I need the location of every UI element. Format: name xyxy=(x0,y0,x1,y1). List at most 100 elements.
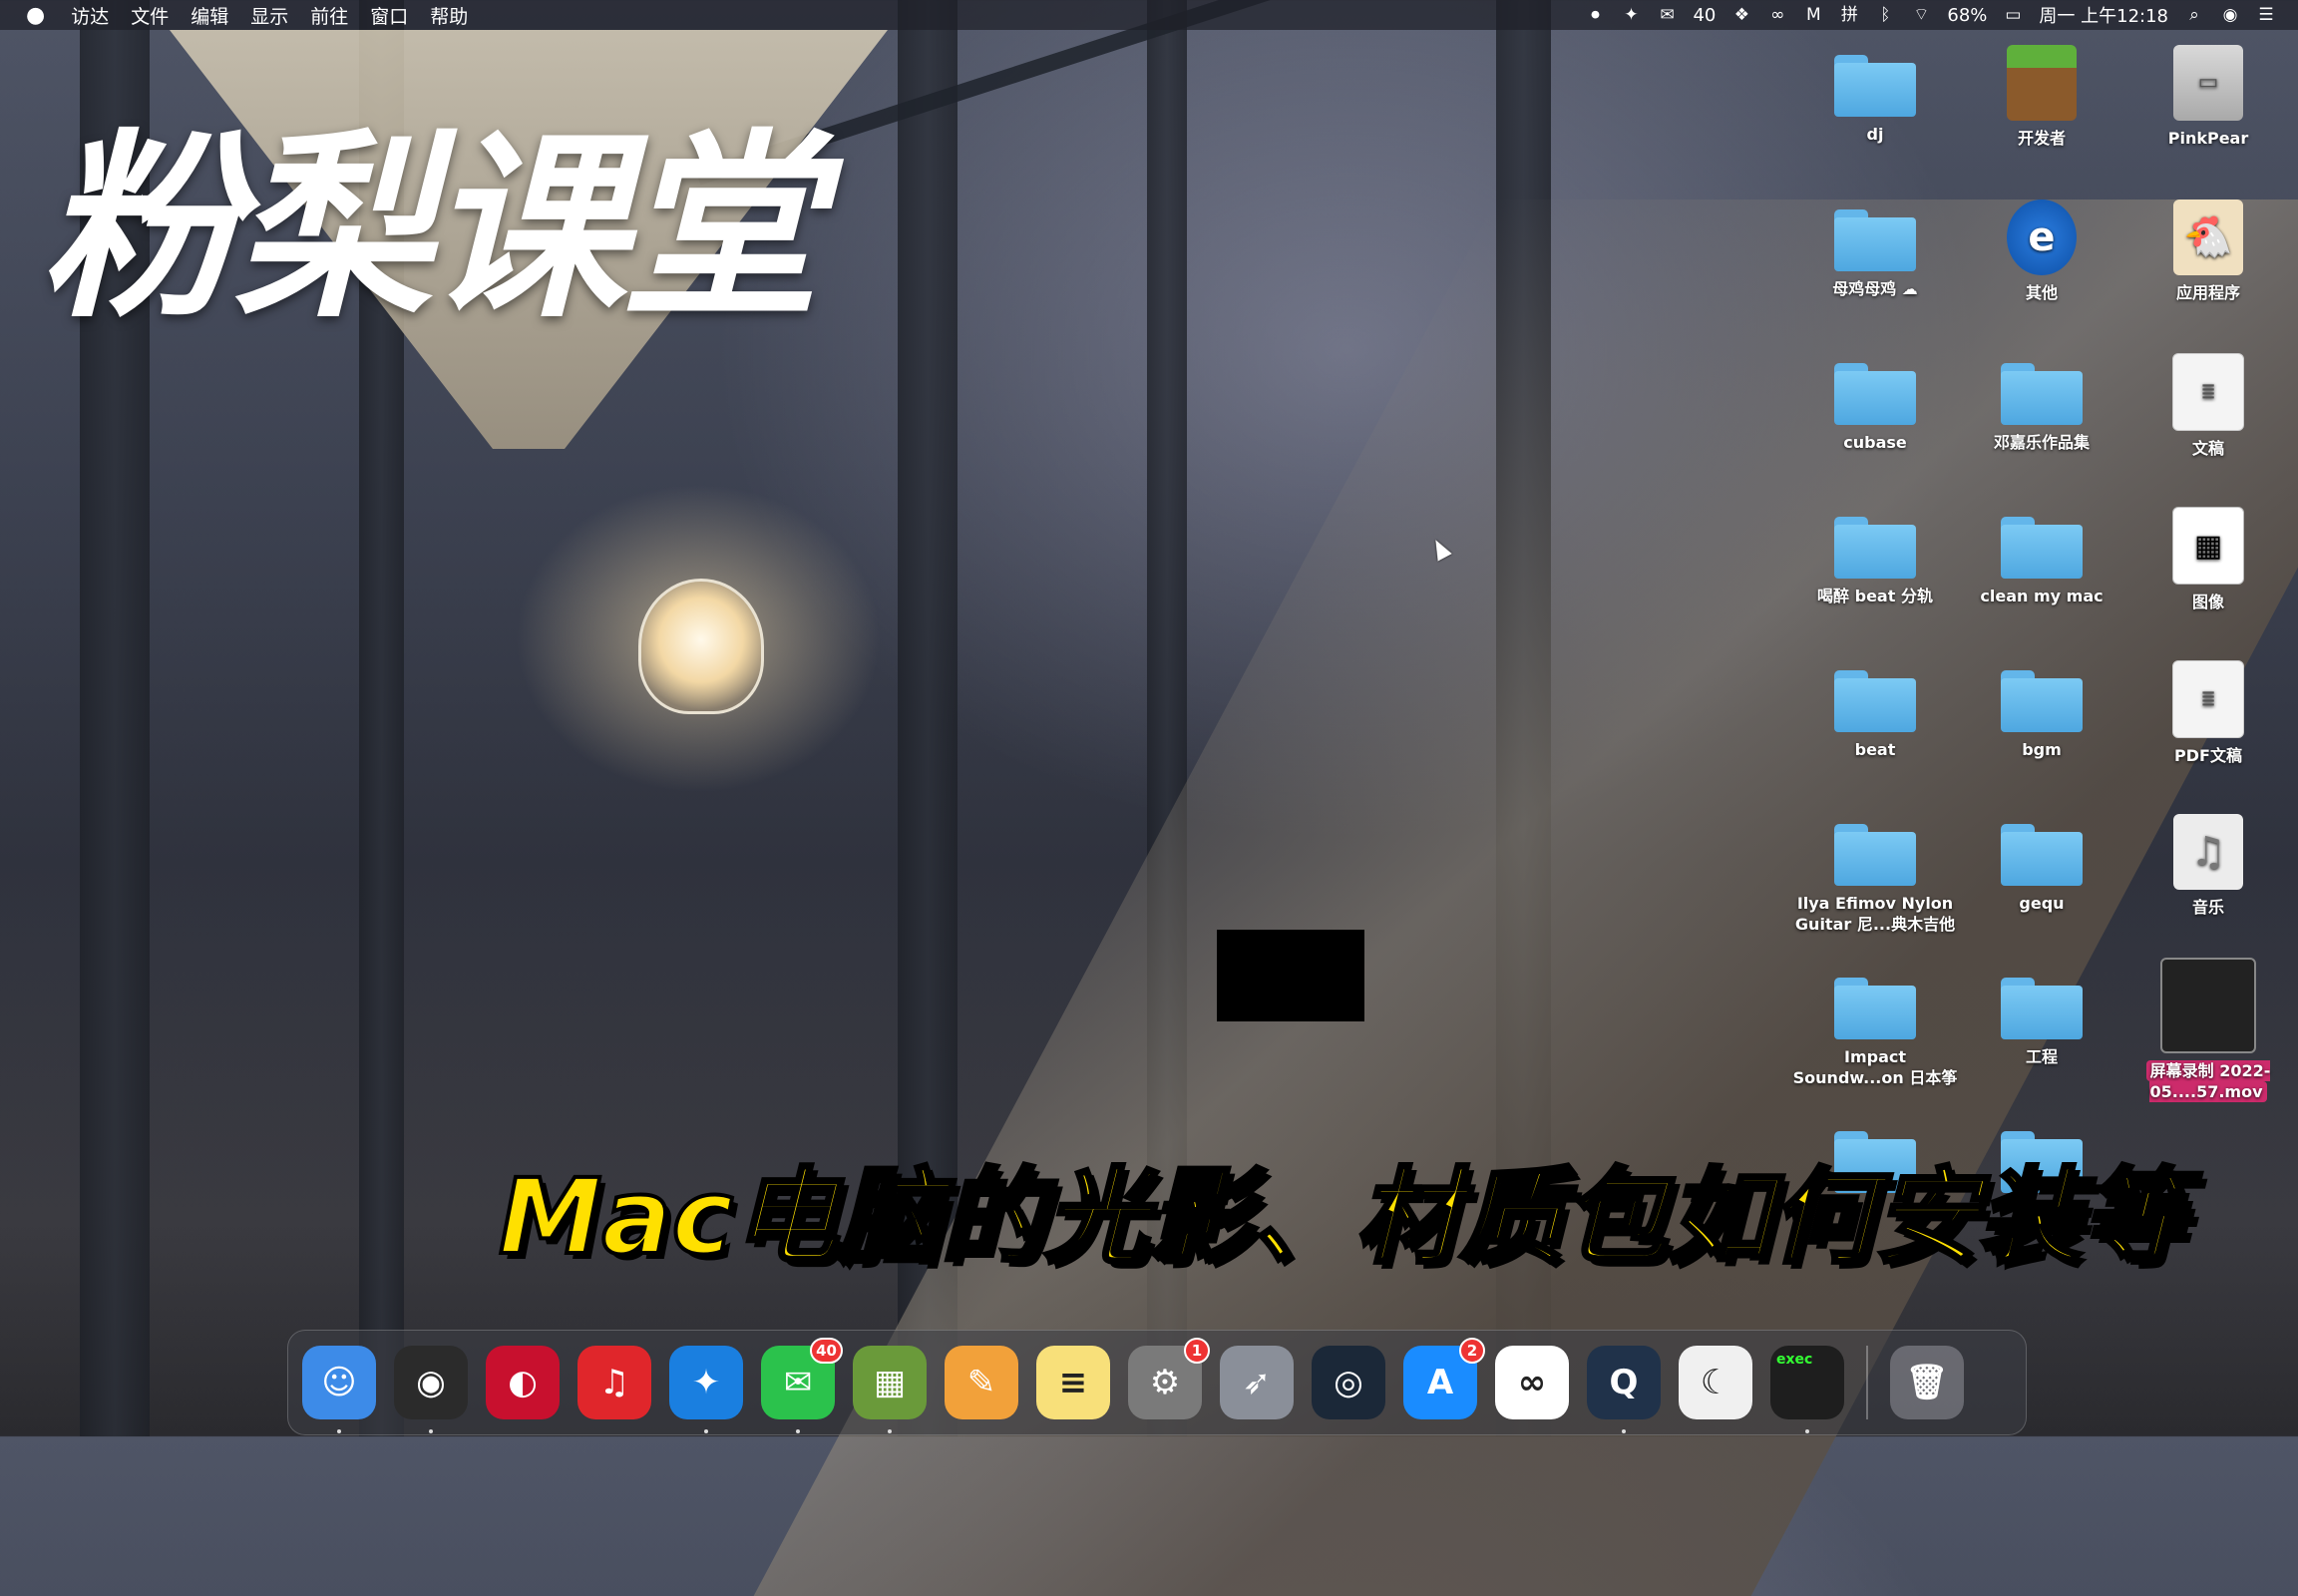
dock-app-netease-music-icon[interactable]: ♫ xyxy=(577,1346,651,1419)
dropbox-icon[interactable]: ❖ xyxy=(1731,5,1751,25)
dock-app-app-store-icon[interactable]: A2 xyxy=(1403,1338,1485,1419)
video-title-overlay: 粉梨课堂 xyxy=(40,113,820,345)
dock-app-system-preferences-icon[interactable]: ⚙ 1 xyxy=(1128,1338,1210,1419)
chicken-icon: 🐔 xyxy=(2173,200,2243,275)
dock-app-safari-icon[interactable]: ✦ xyxy=(669,1346,743,1433)
m-app-icon[interactable]: M xyxy=(1803,5,1823,25)
folder-icon xyxy=(1834,824,1916,886)
menu-view[interactable]: 显示 xyxy=(250,2,288,29)
notification-badge: 40 xyxy=(810,1338,843,1364)
folder-icon xyxy=(1834,670,1916,732)
desktop-folder-muji[interactable]: 母鸡母鸡 ☁ xyxy=(1790,209,1960,300)
desktop-folder-bgm[interactable]: bgm xyxy=(1957,670,2126,761)
dock-app-finder-icon[interactable]: ☺ xyxy=(302,1346,376,1433)
clock[interactable]: 周一 上午12:18 xyxy=(2039,2,2168,28)
dock-app-cubase-icon[interactable]: ◐ xyxy=(486,1346,560,1419)
desktop-item-applications[interactable]: 🐔 应用程序 xyxy=(2123,200,2293,304)
internet-explorer-icon: e xyxy=(2007,200,2077,275)
running-indicator xyxy=(429,1429,433,1433)
folder-icon xyxy=(1834,363,1916,425)
desktop-folder-projects[interactable]: 工程 xyxy=(1957,978,2126,1068)
menu-help[interactable]: 帮助 xyxy=(430,2,468,29)
pdf-icon: ≣ xyxy=(2172,660,2244,738)
folder-icon xyxy=(1834,978,1916,1039)
dock: ☺ ◉ ◐ ♫ ✦ ✉ 40 ▦ ✎ ≡ ⚙ 1 ➶ ◎ A 2 ∞ Q ☾ exec 🗑 xyxy=(287,1330,2027,1435)
battery-percent: 68% xyxy=(1947,4,1988,26)
desktop-item-images[interactable]: ▦ 图像 xyxy=(2123,507,2293,613)
dock-app-steam-icon[interactable]: ◎ xyxy=(1312,1346,1385,1419)
spotlight-search-icon[interactable]: ⌕ xyxy=(2184,5,2204,25)
notification-badge: 1 xyxy=(1184,1338,1210,1364)
desktop-folder-beat[interactable]: beat xyxy=(1790,670,1960,761)
menu-bar: ● 访达 文件 编辑 显示 前往 窗口 帮助 ⏺ ✦ ✉ 40 ❖ ∞ M 拼 … xyxy=(0,0,2298,30)
desktop-folder-beat-stems[interactable]: 喝醉 beat 分轨 xyxy=(1790,517,1960,607)
desktop-folder-impact-soundworks[interactable]: Impact Soundw...on 日本筝 xyxy=(1790,978,1960,1089)
desktop-folder-dj[interactable]: dj xyxy=(1790,55,1960,146)
dock-app-cat-app-icon[interactable]: ☾ xyxy=(1679,1346,1752,1419)
dock-app-wechat-icon[interactable]: ✉ 40 xyxy=(761,1338,843,1433)
dock-app-pages-icon[interactable]: ✎ xyxy=(945,1346,1018,1419)
minecraft-icon xyxy=(2007,45,2077,121)
notification-badge: 2 xyxy=(1459,1338,1485,1364)
running-indicator xyxy=(1622,1429,1626,1433)
hard-disk-icon: ▭ xyxy=(2173,45,2243,121)
folder-icon xyxy=(2001,363,2083,425)
video-thumbnail xyxy=(2160,958,2256,1053)
running-indicator xyxy=(1805,1429,1809,1433)
folder-icon xyxy=(2001,670,2083,732)
menu-file[interactable]: 文件 xyxy=(131,2,169,29)
desktop-item-documents[interactable]: ≣ 文稿 xyxy=(2123,353,2293,460)
folder-icon xyxy=(2001,978,2083,1039)
wifi-icon[interactable]: ⌔ xyxy=(1911,5,1931,25)
creative-cloud-icon[interactable]: ∞ xyxy=(1767,5,1787,25)
desktop-item-developer[interactable]: 开发者 xyxy=(1957,45,2126,150)
dock-app-link-app-icon[interactable]: ∞ xyxy=(1495,1346,1569,1419)
menu-go[interactable]: 前往 xyxy=(310,2,348,29)
dock-app-notes-icon[interactable]: ≡ xyxy=(1036,1346,1110,1419)
dock-app-quicktime-icon[interactable]: Q xyxy=(1587,1346,1661,1433)
menu-window[interactable]: 窗口 xyxy=(370,2,408,29)
running-indicator xyxy=(796,1429,800,1433)
folder-icon xyxy=(1834,209,1916,271)
desktop-disk-pinkpear[interactable]: ▭ PinkPear xyxy=(2123,45,2293,150)
running-indicator xyxy=(337,1429,341,1433)
folder-icon xyxy=(1834,55,1916,117)
siri-icon[interactable]: ◉ xyxy=(2220,5,2240,25)
dock-app-minecraft-icon[interactable]: ▦ xyxy=(853,1346,927,1433)
black-window xyxy=(1217,930,1364,1021)
running-indicator xyxy=(888,1429,892,1433)
folder-icon xyxy=(1834,517,1916,579)
folder-icon xyxy=(2001,517,2083,579)
desktop-item-screen-recording[interactable]: 屏幕录制 2022-05....57.mov xyxy=(2123,958,2293,1103)
document-icon: ≣ xyxy=(2172,353,2244,431)
desktop-item-other[interactable]: e 其他 xyxy=(1957,200,2126,304)
battery-icon[interactable]: ▭ xyxy=(2003,5,2023,25)
menu-edit[interactable]: 编辑 xyxy=(191,2,228,29)
input-method-icon[interactable]: 拼 xyxy=(1839,5,1859,25)
record-stop-icon[interactable]: ⏺ xyxy=(1585,5,1605,25)
icloud-icon: ☁ xyxy=(1901,279,1918,298)
control-center-icon[interactable]: ☰ xyxy=(2256,5,2276,25)
desktop-folder-cubase[interactable]: cubase xyxy=(1790,363,1960,454)
apple-menu-icon[interactable]: ● xyxy=(26,3,45,28)
wechat-count: 40 xyxy=(1693,4,1717,26)
desktop-item-pdf[interactable]: ≣ PDF文稿 xyxy=(2123,660,2293,767)
menu-finder[interactable]: 访达 xyxy=(71,2,109,29)
dock-app-launchpad-icon[interactable]: ➶ xyxy=(1220,1346,1294,1419)
dock-separator xyxy=(1866,1346,1868,1419)
desktop-folder-nylon-guitar[interactable]: Ilya Efimov Nylon Guitar 尼...典木吉他 xyxy=(1790,824,1960,936)
music-note-icon: ♫ xyxy=(2173,814,2243,890)
video-subtitle-overlay: Mac电脑的光影、材质包如何安装等 xyxy=(497,1156,2187,1278)
dock-app-dvd-player-icon[interactable]: ◉ xyxy=(394,1346,468,1433)
bluetooth-icon[interactable]: ᛒ xyxy=(1875,5,1895,25)
lantern xyxy=(638,579,764,714)
dock-trash-icon[interactable]: 🗑 xyxy=(1890,1346,1964,1419)
desktop-folder-portfolio[interactable]: 邓嘉乐作品集 xyxy=(1957,363,2126,454)
desktop-item-music[interactable]: ♫ 音乐 xyxy=(2123,814,2293,919)
desktop-folder-gequ[interactable]: gequ xyxy=(1957,824,2126,915)
qr-code-icon: ▦ xyxy=(2172,507,2244,585)
dock-app-terminal-icon[interactable]: exec xyxy=(1770,1346,1844,1433)
spark-icon[interactable]: ✦ xyxy=(1621,5,1641,25)
desktop-folder-cleanmymac[interactable]: clean my mac xyxy=(1957,517,2126,607)
wechat-icon[interactable]: ✉ xyxy=(1657,5,1677,25)
